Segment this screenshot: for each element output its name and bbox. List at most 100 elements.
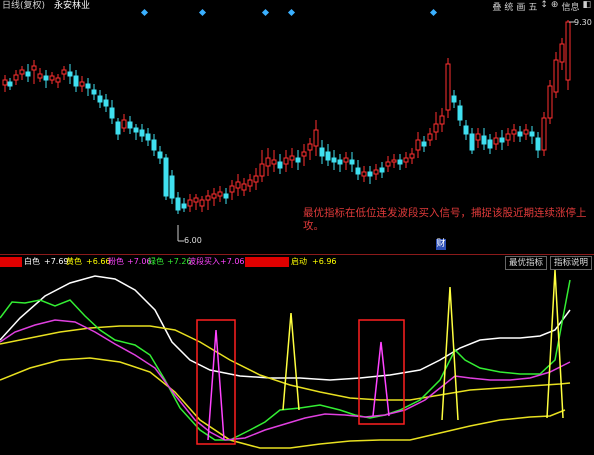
legend-start-label: 启动	[291, 257, 307, 266]
legend-yellow-label: 黄色	[66, 257, 82, 266]
legend-yellow-value: +6.66	[86, 257, 111, 266]
candle-body	[49, 75, 55, 81]
legend-white-value: +7.69	[44, 257, 69, 266]
candle-body	[481, 135, 487, 145]
candle-body	[355, 167, 361, 175]
candle-body	[535, 137, 541, 151]
candle-body	[337, 159, 343, 165]
candle-body	[313, 129, 319, 147]
candle-body	[307, 143, 313, 151]
candle-body	[247, 179, 253, 187]
candle-body	[439, 115, 445, 125]
candle-body	[457, 105, 463, 121]
candle-body	[271, 159, 277, 165]
candle-body	[565, 21, 571, 81]
candle-body	[403, 157, 409, 163]
candle-body	[211, 193, 217, 199]
indicator-name-block-2	[245, 257, 289, 267]
yellow-lower-line	[0, 357, 566, 449]
candle-body	[157, 151, 163, 159]
start-signal-3	[546, 269, 564, 419]
candle-body	[367, 171, 373, 177]
candle-body	[115, 121, 121, 135]
candle-body	[343, 157, 349, 163]
candle-body	[31, 65, 37, 71]
candle-body	[217, 191, 223, 197]
candle-body	[235, 181, 241, 189]
candle-body	[277, 161, 283, 169]
candle-body	[373, 169, 379, 175]
candle-body	[241, 183, 247, 191]
candle-body	[319, 147, 325, 157]
finance-badge[interactable]: 财	[436, 239, 446, 250]
price-low-label: 6.00	[184, 236, 202, 245]
candle-body	[433, 123, 439, 133]
candle-body	[445, 63, 451, 111]
candle-body	[427, 133, 433, 141]
candle-body	[409, 153, 415, 159]
candle-body	[187, 199, 193, 207]
candle-body	[547, 85, 553, 119]
candle-body	[349, 159, 355, 165]
candle-body	[253, 175, 259, 183]
candle-body	[289, 155, 295, 161]
candle-body	[529, 131, 535, 137]
candle-body	[505, 133, 511, 141]
indicator-name-block[interactable]	[0, 257, 22, 267]
candle-body	[145, 133, 151, 141]
candle-body	[175, 197, 181, 211]
candle-body	[79, 81, 85, 87]
candle-body	[151, 139, 157, 151]
candle-body	[181, 203, 187, 209]
candle-body	[487, 139, 493, 149]
candle-body	[55, 77, 61, 83]
indicator-panel	[0, 269, 571, 449]
candle-body	[541, 117, 547, 151]
candle-body	[199, 199, 205, 207]
candle-body	[475, 133, 481, 141]
candle-body	[379, 167, 385, 173]
candle-body	[397, 159, 403, 165]
candle-body	[25, 71, 31, 77]
candle-body	[2, 79, 8, 86]
candle-body	[511, 129, 517, 135]
candlestick-series	[2, 20, 571, 214]
candle-body	[301, 151, 307, 157]
candle-body	[361, 171, 367, 177]
candle-body	[193, 197, 199, 203]
candle-body	[415, 139, 421, 151]
candle-body	[493, 137, 499, 145]
candle-body	[13, 74, 19, 81]
candle-body	[109, 107, 115, 119]
legend-white-label: 白色	[24, 257, 40, 266]
candle-body	[73, 75, 79, 87]
candle-body	[463, 125, 469, 135]
candle-body	[517, 131, 523, 137]
candle-body	[133, 127, 139, 133]
candle-body	[97, 95, 103, 103]
candle-body	[43, 75, 49, 81]
panel-divider	[0, 254, 594, 255]
candle-body	[523, 129, 529, 135]
legend-pink-label: 粉色	[108, 257, 124, 266]
buy-signal-2	[372, 341, 390, 417]
candle-body	[91, 89, 97, 95]
candle-body	[229, 185, 235, 193]
candle-body	[499, 137, 505, 143]
candle-body	[223, 193, 229, 199]
buy-signal-1	[207, 329, 225, 441]
candle-body	[67, 71, 73, 77]
price-high-label: 9.30	[574, 18, 592, 27]
candle-body	[127, 121, 133, 129]
highlight-box-2	[358, 319, 405, 425]
candle-body	[37, 73, 43, 79]
candle-body	[103, 99, 109, 107]
candle-body	[559, 43, 565, 63]
candle-body	[121, 119, 127, 129]
start-signal-1	[282, 312, 300, 411]
indicator-explain-button[interactable]: 指标说明	[550, 256, 593, 270]
candle-body	[85, 83, 91, 89]
candle-body	[7, 81, 13, 87]
candle-body	[325, 151, 331, 161]
best-indicator-button[interactable]: 最优指标	[505, 256, 548, 270]
